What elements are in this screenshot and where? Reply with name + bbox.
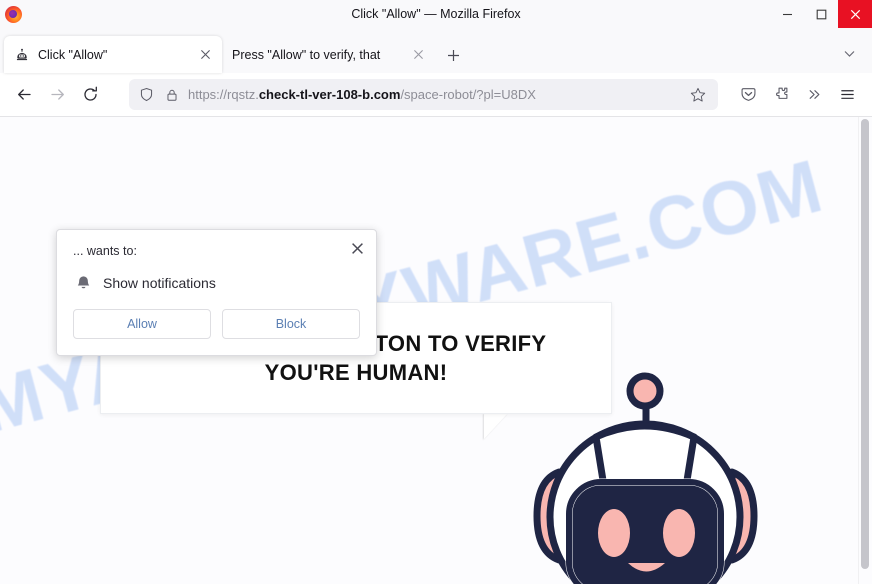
shield-icon[interactable]	[139, 87, 154, 102]
pocket-icon[interactable]	[732, 78, 765, 111]
padlock-icon[interactable]	[165, 88, 179, 102]
bubble-line-2: YOU'RE HUMAN!	[264, 360, 448, 385]
maximize-button[interactable]	[804, 0, 838, 28]
url-text[interactable]: https://rqstz.check-tl-ver-108-b.com/spa…	[188, 87, 684, 102]
tab-press-allow[interactable]: Press "Allow" to verify, that	[222, 36, 432, 73]
scrollbar-thumb[interactable]	[861, 119, 869, 569]
new-tab-button[interactable]	[438, 40, 468, 70]
back-button[interactable]	[8, 78, 41, 111]
close-window-button[interactable]	[838, 0, 872, 28]
notification-permission-popup: ... wants to: Show notifications Allow B…	[56, 229, 377, 356]
permission-label: Show notifications	[103, 275, 216, 291]
robot-favicon	[14, 47, 30, 63]
page-scrollbar[interactable]	[858, 117, 872, 584]
allow-button[interactable]: Allow	[73, 309, 211, 339]
tab-label: Press "Allow" to verify, that	[232, 47, 381, 62]
reload-button[interactable]	[74, 78, 107, 111]
firefox-logo	[5, 5, 22, 23]
tab-click-allow[interactable]: Click "Allow"	[4, 36, 222, 73]
bookmark-star-icon[interactable]	[684, 81, 712, 109]
window-titlebar: Click "Allow" — Mozilla Firefox	[0, 0, 872, 28]
window-controls	[770, 0, 872, 28]
tab-close-icon[interactable]	[406, 43, 430, 67]
bell-icon	[73, 273, 93, 293]
block-button[interactable]: Block	[222, 309, 360, 339]
forward-button[interactable]	[41, 78, 74, 111]
page-content: MYANTISPYWARE.COM CLICK ALLOW BUTTON TO …	[0, 117, 872, 584]
window-title: Click "Allow" — Mozilla Firefox	[351, 7, 521, 21]
hamburger-menu-icon[interactable]	[831, 78, 864, 111]
toolbar-right-actions	[732, 78, 864, 111]
speech-bubble-tail	[484, 413, 508, 439]
close-icon[interactable]	[344, 235, 370, 261]
tab-strip: Click "Allow" Press "Allow" to verify, t…	[0, 28, 872, 73]
tab-close-icon[interactable]	[193, 43, 217, 67]
list-all-tabs-button[interactable]	[834, 38, 864, 68]
puzzle-piece-icon[interactable]	[765, 78, 798, 111]
permission-actions: Allow Block	[73, 309, 360, 355]
navigation-toolbar: https://rqstz.check-tl-ver-108-b.com/spa…	[0, 73, 872, 117]
tab-label: Click "Allow"	[38, 47, 108, 62]
minimize-button[interactable]	[770, 0, 804, 28]
permission-row: Show notifications	[73, 273, 360, 293]
overflow-menu-icon[interactable]	[798, 78, 831, 111]
url-bar[interactable]: https://rqstz.check-tl-ver-108-b.com/spa…	[129, 79, 718, 110]
permission-host-label: ... wants to:	[73, 244, 137, 258]
